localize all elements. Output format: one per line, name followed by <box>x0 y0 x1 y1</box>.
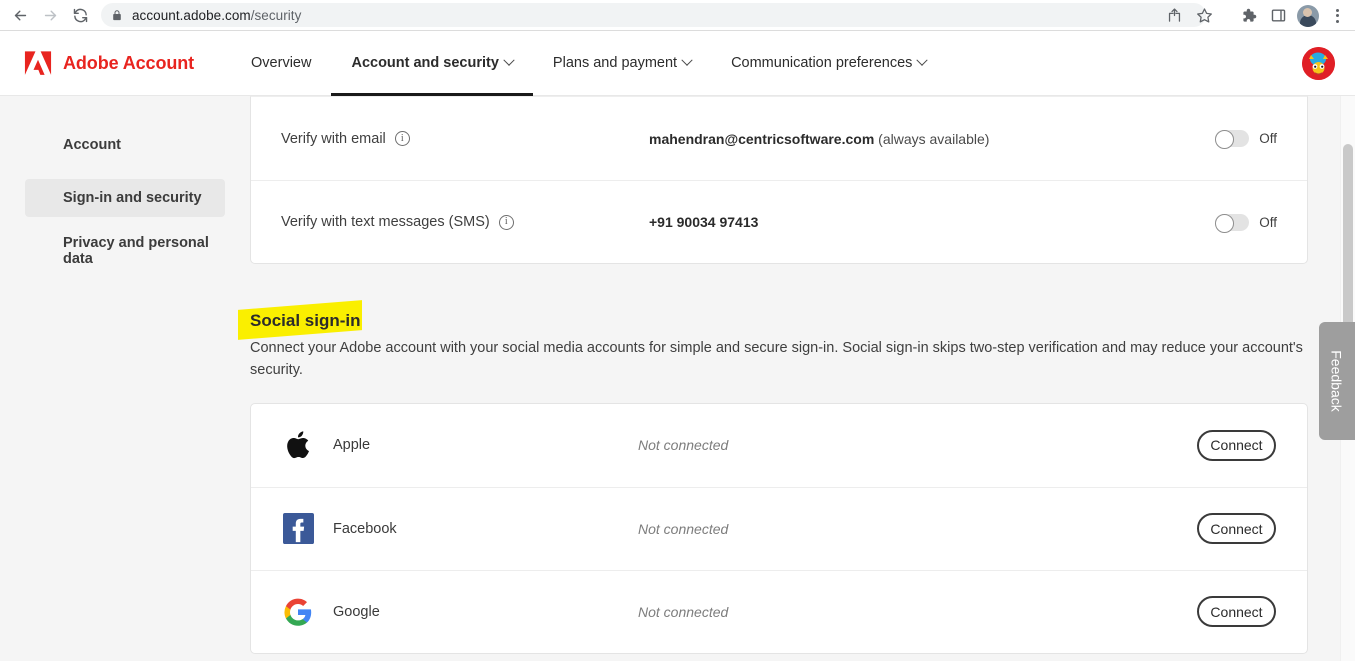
settings-sidebar: Account Sign-in and security Privacy and… <box>0 96 250 285</box>
verify-email-toggle[interactable] <box>1215 130 1249 147</box>
provider-status: Not connected <box>633 437 1197 453</box>
sidebar-item-privacy-and-personal-data[interactable]: Privacy and personal data <box>25 232 225 270</box>
email-availability-note: (always available) <box>874 131 989 147</box>
page-body: Account Sign-in and security Privacy and… <box>0 96 1355 661</box>
feedback-tab-button[interactable]: Feedback <box>1319 322 1355 440</box>
star-icon <box>1196 7 1213 24</box>
info-icon[interactable]: i <box>499 215 514 230</box>
feedback-label: Feedback <box>1329 350 1345 411</box>
provider-name: Google <box>333 604 633 620</box>
apple-logo-icon <box>281 428 315 462</box>
list-item-facebook: Facebook Not connected Connect <box>251 487 1307 570</box>
profile-avatar-icon[interactable] <box>1297 5 1319 27</box>
brand-name: Adobe Account <box>63 53 194 74</box>
facebook-logo-icon <box>281 512 315 546</box>
side-panel-button[interactable] <box>1263 1 1293 31</box>
back-button[interactable] <box>5 0 35 30</box>
browser-toolbar-right <box>1233 0 1355 31</box>
nav-item-communication-preferences[interactable]: Communication preferences <box>711 31 946 96</box>
nav-label: Account and security <box>351 55 498 71</box>
nav-item-plans-and-payment[interactable]: Plans and payment <box>533 31 711 96</box>
url-text: account.adobe.com/security <box>132 8 301 23</box>
social-providers-card: Apple Not connected Connect Facebook Not… <box>250 403 1308 654</box>
sidebar-item-label: Account <box>63 137 121 153</box>
main-content: Verify with email i mahendran@centricsof… <box>250 96 1310 654</box>
table-row-verify-email: Verify with email i mahendran@centricsof… <box>251 97 1307 180</box>
share-button[interactable] <box>1159 1 1189 31</box>
omnibox-actions <box>1159 0 1219 31</box>
side-panel-icon <box>1270 7 1287 24</box>
main-navigation: Overview Account and security Plans and … <box>231 31 946 96</box>
sidebar-item-account[interactable]: Account <box>25 126 225 164</box>
toggle-group: Off <box>1215 214 1277 231</box>
menu-dot <box>1336 9 1339 12</box>
nav-label: Overview <box>251 55 311 71</box>
row-value: mahendran@centricsoftware.com (always av… <box>649 131 1215 147</box>
connect-button-facebook[interactable]: Connect <box>1197 513 1276 544</box>
provider-status: Not connected <box>633 521 1197 537</box>
verify-sms-toggle[interactable] <box>1215 214 1249 231</box>
toggle-state-label: Off <box>1259 131 1277 146</box>
adobe-site-header: Adobe Account Overview Account and secur… <box>0 31 1355 96</box>
bookmark-button[interactable] <box>1189 1 1219 31</box>
table-row-verify-sms: Verify with text messages (SMS) i +91 90… <box>251 180 1307 263</box>
row-label: Verify with text messages (SMS) i <box>281 214 649 230</box>
email-value: mahendran@centricsoftware.com <box>649 131 874 147</box>
social-signin-heading-block: Social sign-in Connect your Adobe accoun… <box>250 301 1310 382</box>
list-item-apple: Apple Not connected Connect <box>251 404 1307 487</box>
url-path: /security <box>251 8 302 23</box>
list-item-google: Google Not connected Connect <box>251 570 1307 653</box>
row-label-text: Verify with email <box>281 131 386 147</box>
row-label-text: Verify with text messages (SMS) <box>281 214 490 230</box>
sidebar-item-sign-in-and-security[interactable]: Sign-in and security <box>25 179 225 217</box>
three-dot-menu-icon[interactable] <box>1323 1 1351 31</box>
brand-logo-link[interactable]: Adobe Account <box>24 50 194 76</box>
lock-icon <box>111 9 123 22</box>
info-icon[interactable]: i <box>395 131 410 146</box>
verification-methods-card: Verify with email i mahendran@centricsof… <box>250 96 1308 264</box>
chevron-down-icon <box>503 55 514 66</box>
provider-status: Not connected <box>633 604 1197 620</box>
back-arrow-icon <box>12 7 29 24</box>
nav-item-overview[interactable]: Overview <box>231 31 331 96</box>
share-icon <box>1166 7 1183 24</box>
toggle-group: Off <box>1215 130 1277 147</box>
phone-value: +91 90034 97413 <box>649 214 758 230</box>
nav-label: Plans and payment <box>553 55 677 71</box>
nav-item-account-and-security[interactable]: Account and security <box>331 31 532 96</box>
provider-name: Facebook <box>333 521 633 537</box>
extensions-button[interactable] <box>1233 1 1263 31</box>
chevron-down-icon <box>681 55 692 66</box>
forward-arrow-icon <box>42 7 59 24</box>
sidebar-item-label: Sign-in and security <box>63 190 202 206</box>
row-value: +91 90034 97413 <box>649 214 1215 230</box>
social-signin-description: Connect your Adobe account with your soc… <box>250 337 1310 382</box>
provider-name: Apple <box>333 437 633 453</box>
avatar-artwork <box>1302 47 1335 80</box>
browser-toolbar: account.adobe.com/security <box>0 0 1355 31</box>
menu-dot <box>1336 20 1339 23</box>
page-section-title: Social sign-in <box>250 301 361 331</box>
reload-icon <box>72 7 89 24</box>
nav-label: Communication preferences <box>731 55 912 71</box>
url-host: account.adobe.com <box>132 8 251 23</box>
address-bar[interactable]: account.adobe.com/security <box>101 3 1206 27</box>
forward-button[interactable] <box>35 0 65 30</box>
user-avatar-icon[interactable] <box>1302 47 1335 80</box>
connect-button-google[interactable]: Connect <box>1197 596 1276 627</box>
chevron-down-icon <box>917 55 928 66</box>
adobe-logo-icon <box>24 50 52 76</box>
puzzle-icon <box>1240 7 1257 24</box>
row-label: Verify with email i <box>281 131 649 147</box>
reload-button[interactable] <box>65 0 95 30</box>
toggle-state-label: Off <box>1259 215 1277 230</box>
connect-button-apple[interactable]: Connect <box>1197 430 1276 461</box>
sidebar-item-label: Privacy and personal data <box>63 235 215 267</box>
menu-dot <box>1336 14 1339 17</box>
google-logo-icon <box>281 595 315 629</box>
